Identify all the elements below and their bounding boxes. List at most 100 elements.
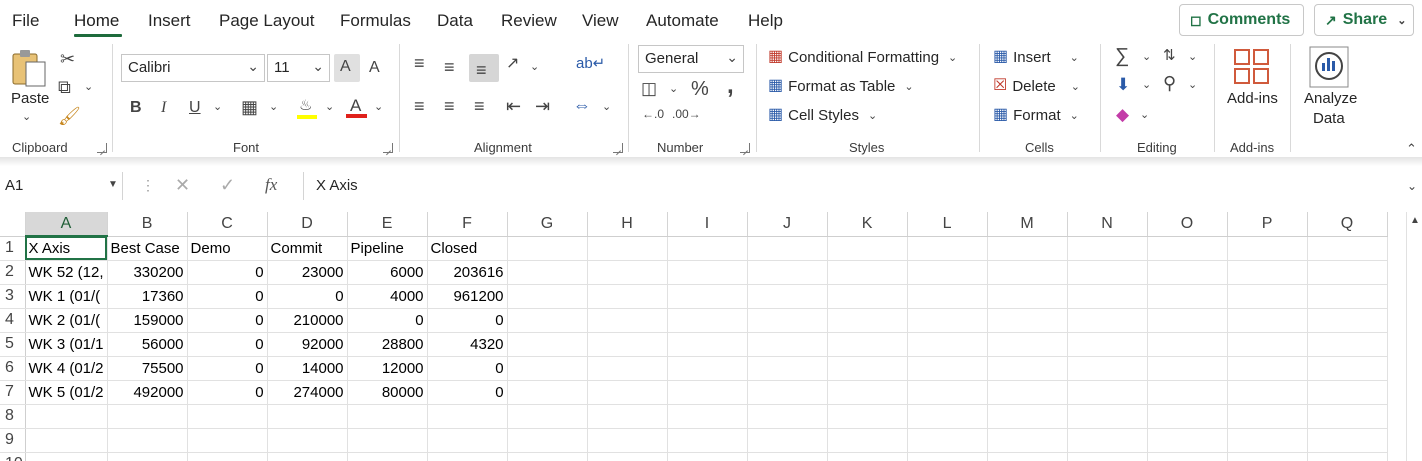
cell[interactable]: 80000 — [347, 380, 428, 405]
name-box[interactable]: A1 ▼ — [0, 172, 123, 200]
column-header-n[interactable]: N — [1067, 212, 1148, 237]
align-center-icon[interactable]: ≡ — [444, 97, 455, 115]
row-header[interactable]: 2 — [0, 260, 26, 285]
cell[interactable] — [1227, 380, 1308, 405]
row-header[interactable]: 5 — [0, 332, 26, 357]
cell[interactable] — [1227, 236, 1308, 261]
merge-center-icon[interactable]: ⇔ — [573, 96, 591, 114]
cell[interactable]: 0 — [187, 260, 268, 285]
analyze-data-icon[interactable] — [1309, 46, 1349, 88]
cell[interactable] — [587, 260, 668, 285]
cell[interactable] — [1067, 284, 1148, 309]
cell[interactable] — [587, 404, 668, 429]
tab-formulas[interactable]: Formulas — [340, 11, 411, 31]
expand-formula-bar-icon[interactable]: ⌄ — [1407, 180, 1417, 192]
cell[interactable] — [667, 428, 748, 453]
tab-page-layout[interactable]: Page Layout — [219, 11, 314, 31]
cell[interactable] — [347, 428, 428, 453]
cell[interactable] — [187, 428, 268, 453]
cell[interactable] — [1307, 356, 1388, 381]
cell[interactable]: 492000 — [107, 380, 188, 405]
cell[interactable] — [507, 284, 588, 309]
cell[interactable] — [107, 428, 188, 453]
cell[interactable]: 6000 — [347, 260, 428, 285]
cell[interactable] — [907, 452, 988, 461]
select-all-corner[interactable] — [0, 212, 26, 237]
cell[interactable] — [1307, 452, 1388, 461]
cell[interactable]: 210000 — [267, 308, 348, 333]
cell[interactable] — [507, 356, 588, 381]
sort-filter-icon[interactable]: ⇅ — [1163, 48, 1176, 63]
cell[interactable] — [507, 452, 588, 461]
cell[interactable] — [747, 284, 828, 309]
cell[interactable] — [1067, 236, 1148, 261]
column-header-q[interactable]: Q — [1307, 212, 1388, 237]
cell[interactable] — [1147, 308, 1228, 333]
column-header-i[interactable]: I — [667, 212, 748, 237]
chevron-down-icon[interactable]: ⌄ — [374, 102, 383, 113]
cell[interactable]: 17360 — [107, 284, 188, 309]
collapse-ribbon-icon[interactable]: ⌃ — [1406, 142, 1417, 155]
cell[interactable] — [747, 332, 828, 357]
cell[interactable] — [1227, 284, 1308, 309]
cell[interactable] — [1067, 428, 1148, 453]
percent-button[interactable]: % — [691, 79, 709, 99]
chevron-down-icon[interactable]: ⌄ — [213, 102, 222, 113]
cell[interactable] — [1227, 356, 1308, 381]
cell[interactable] — [987, 356, 1068, 381]
cell[interactable]: 203616 — [427, 260, 508, 285]
cell[interactable] — [587, 308, 668, 333]
format-painter-icon[interactable]: 🖌 — [58, 107, 81, 125]
cell[interactable] — [827, 380, 908, 405]
cell[interactable] — [987, 236, 1068, 261]
tab-file[interactable]: File — [12, 11, 39, 31]
cell[interactable] — [587, 356, 668, 381]
cell[interactable]: Closed — [427, 236, 508, 261]
cell[interactable]: 274000 — [267, 380, 348, 405]
cell[interactable] — [25, 404, 108, 429]
vertical-scrollbar[interactable]: ▲ — [1406, 212, 1422, 461]
cell[interactable] — [587, 452, 668, 461]
delete-cells-button[interactable]: ☒ Delete ⌄ — [993, 75, 1080, 97]
cell[interactable]: 12000 — [347, 356, 428, 381]
cell[interactable] — [907, 260, 988, 285]
column-header-g[interactable]: G — [507, 212, 588, 237]
add-ins-icon[interactable] — [1233, 48, 1271, 86]
cell[interactable]: 0 — [187, 380, 268, 405]
cell[interactable] — [267, 404, 348, 429]
cell[interactable]: Pipeline — [347, 236, 428, 261]
cell[interactable] — [25, 452, 108, 461]
tab-help[interactable]: Help — [748, 11, 783, 31]
cell[interactable] — [747, 380, 828, 405]
row-header[interactable]: 6 — [0, 356, 26, 381]
cell[interactable] — [667, 356, 748, 381]
dialog-launcher-icon[interactable] — [97, 143, 107, 153]
add-ins-button[interactable]: Add-ins — [1227, 90, 1278, 107]
cell[interactable]: 23000 — [267, 260, 348, 285]
chevron-down-icon[interactable]: ⌄ — [1140, 110, 1149, 121]
more-options-icon[interactable]: ⋮ — [141, 178, 155, 192]
underline-button[interactable]: U — [189, 100, 201, 116]
cell[interactable]: Best Case — [107, 236, 188, 261]
chevron-down-icon[interactable]: ⌄ — [669, 84, 678, 95]
column-header-c[interactable]: C — [187, 212, 268, 237]
cell[interactable] — [827, 332, 908, 357]
row-header[interactable]: 10 — [0, 452, 26, 461]
italic-button[interactable]: I — [161, 100, 166, 116]
clear-icon[interactable]: ◆ — [1116, 106, 1129, 123]
cell[interactable] — [347, 404, 428, 429]
cell[interactable] — [1307, 332, 1388, 357]
cell[interactable] — [667, 452, 748, 461]
decrease-decimal-icon[interactable]: .00→ — [672, 108, 701, 120]
accounting-format-icon[interactable]: ◫ — [641, 80, 657, 97]
cell[interactable] — [427, 404, 508, 429]
number-format-combo[interactable]: General ⌄ — [638, 45, 744, 73]
cell[interactable] — [667, 260, 748, 285]
decrease-font-icon[interactable]: A — [369, 60, 380, 76]
cell[interactable] — [507, 428, 588, 453]
scroll-up-icon[interactable]: ▲ — [1410, 216, 1420, 226]
cell[interactable]: 961200 — [427, 284, 508, 309]
cell[interactable] — [1227, 332, 1308, 357]
cell[interactable]: 330200 — [107, 260, 188, 285]
cell[interactable] — [1227, 428, 1308, 453]
